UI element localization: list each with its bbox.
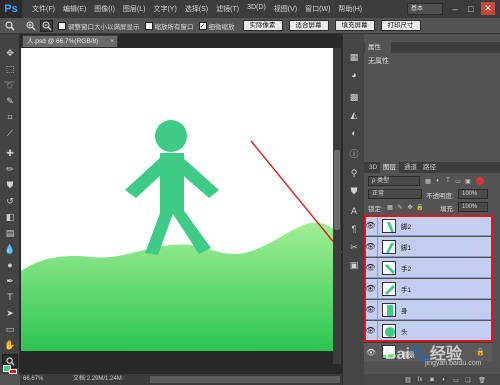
tab-3d[interactable]: 3D bbox=[366, 162, 380, 173]
color-panel-icon[interactable]: ◕ bbox=[347, 68, 361, 82]
history-panel-icon[interactable]: ▦ bbox=[347, 50, 361, 64]
opacity-input[interactable]: 100% bbox=[458, 189, 488, 199]
zoom-readout[interactable]: 66.67% bbox=[23, 376, 43, 382]
fill-input[interactable]: 100% bbox=[458, 202, 488, 212]
tab-channels[interactable]: 通道 bbox=[401, 162, 420, 173]
clone-source-panel-icon[interactable]: ⛊ bbox=[347, 184, 361, 198]
lock-position-icon[interactable]: ✥ bbox=[406, 203, 414, 211]
adjustments-panel-icon[interactable]: ◐ bbox=[347, 126, 361, 140]
fx-icon[interactable]: fx bbox=[416, 376, 424, 384]
mask-icon[interactable]: ◙ bbox=[428, 376, 436, 384]
lock-all-icon[interactable]: 🔒 bbox=[416, 203, 424, 211]
layer-comps-panel-icon[interactable]: ▣ bbox=[347, 258, 361, 272]
filter-shape-icon[interactable]: ▭ bbox=[454, 177, 462, 185]
layer-filter-select[interactable]: ρ 类型 bbox=[368, 176, 420, 186]
lock-icon: 🔒 bbox=[476, 349, 485, 356]
filter-smart-icon[interactable]: ▣ bbox=[464, 177, 472, 185]
info-panel-icon[interactable]: ⓘ bbox=[347, 146, 361, 160]
filter-adjustment-icon[interactable]: ◐ bbox=[434, 177, 442, 185]
highlight-box bbox=[364, 215, 493, 342]
styles-panel-icon[interactable]: ◭ bbox=[347, 108, 361, 122]
watermark-url: jingyan.baidu.com bbox=[425, 360, 482, 367]
delete-layer-icon[interactable]: 🗑 bbox=[478, 376, 486, 384]
layers-footer: ⛓ fx ◙ ◐ ▭ ❏ 🗑 bbox=[364, 374, 500, 385]
paragraph-panel-icon[interactable]: ¶ bbox=[347, 222, 361, 236]
horizontal-scrollbar[interactable] bbox=[150, 376, 340, 383]
lock-transparent-icon[interactable]: ▦ bbox=[386, 203, 394, 211]
tool-presets-panel-icon[interactable]: ✂ bbox=[347, 240, 361, 254]
tab-paths[interactable]: 路径 bbox=[420, 162, 439, 173]
swatches-panel-icon[interactable]: ▩ bbox=[347, 90, 361, 104]
fill-label: 填充: bbox=[440, 206, 455, 213]
filter-pixel-icon[interactable]: ▦ bbox=[424, 177, 432, 185]
lock-pixels-icon[interactable]: ✎ bbox=[396, 203, 404, 211]
new-group-icon[interactable]: ▭ bbox=[452, 376, 460, 384]
tab-layers[interactable]: 图层 bbox=[380, 162, 399, 173]
adjustment-layer-icon[interactable]: ◐ bbox=[440, 376, 448, 384]
panel-icon-strip: ▦ ◕ ▩ ◭ ◐ ⓘ ⚲ ⛊ A ¶ ✂ ▣ bbox=[342, 34, 364, 385]
blend-mode-select[interactable]: 正常 bbox=[368, 189, 422, 199]
tab-properties[interactable]: 属性 bbox=[365, 42, 391, 53]
filter-type-icon[interactable]: T bbox=[444, 177, 452, 185]
properties-content: 无属性 bbox=[368, 58, 389, 65]
lock-label: 锁定: bbox=[368, 206, 383, 213]
document-info: 文档:2.29M/1.24M bbox=[73, 376, 122, 382]
new-layer-icon[interactable]: ❏ bbox=[464, 376, 472, 384]
visibility-eye-icon[interactable]: 👁 bbox=[364, 343, 378, 362]
opacity-label: 不透明度: bbox=[426, 193, 454, 200]
character-panel-icon[interactable]: A bbox=[347, 204, 361, 218]
link-layers-icon[interactable]: ⛓ bbox=[404, 376, 412, 384]
brush-panel-icon[interactable]: ⚲ bbox=[347, 166, 361, 180]
vertical-scroll-thumb[interactable] bbox=[334, 150, 340, 230]
filter-toggle-icon[interactable] bbox=[476, 177, 484, 185]
